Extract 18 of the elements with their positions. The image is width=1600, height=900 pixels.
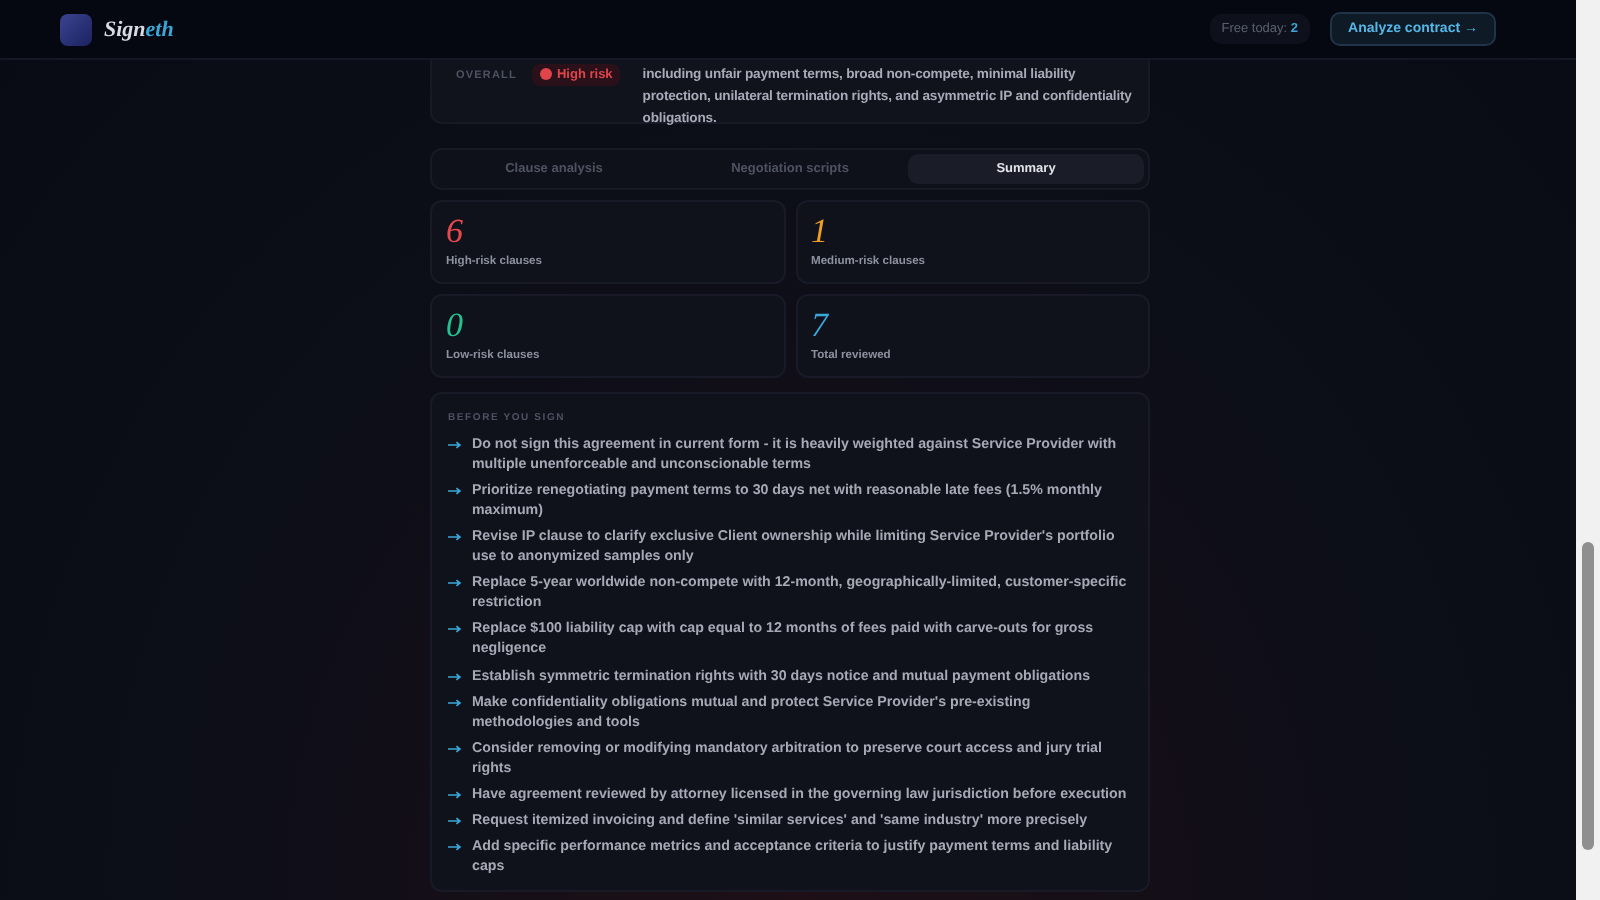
stat-value: 0: [446, 306, 463, 344]
arrow-icon: [448, 743, 462, 754]
logo-icon: [60, 13, 92, 45]
arrow-icon: [448, 789, 462, 800]
stat-value: 1: [811, 212, 828, 250]
arrow-icon: [448, 671, 462, 682]
arrow-icon: [448, 440, 462, 451]
arrow-icon: [448, 578, 462, 589]
arrow-icon: [448, 815, 462, 826]
stat-value: 7: [811, 306, 828, 344]
arrow-icon: [448, 842, 462, 853]
stat-value: 6: [446, 212, 463, 250]
arrow-icon: [448, 486, 462, 497]
scrollbar[interactable]: [1576, 0, 1600, 900]
arrow-icon: [448, 624, 462, 635]
brand-name: Signeth: [104, 17, 174, 41]
arrow-icon: [448, 697, 462, 708]
arrow-icon: [448, 532, 462, 543]
